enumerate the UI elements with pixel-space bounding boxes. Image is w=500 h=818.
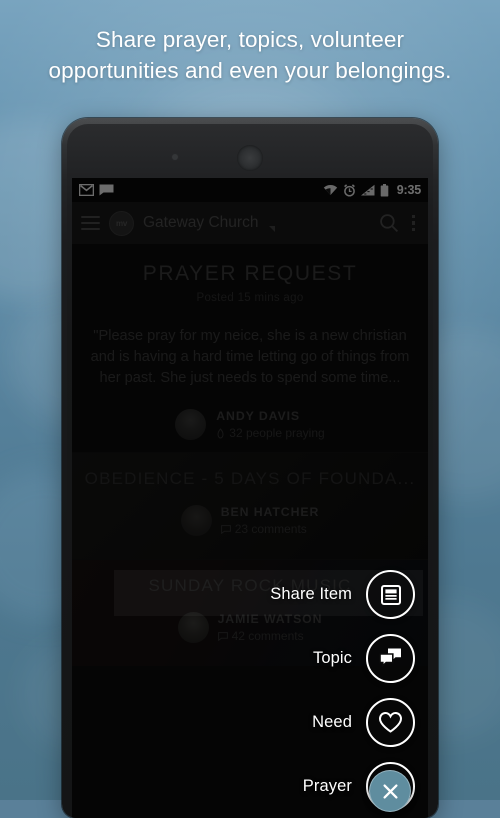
phone-device-frame: 9:35 mv Gateway Church PRAYER REQUEST Po… bbox=[62, 118, 438, 818]
fab-label: Topic bbox=[312, 649, 352, 667]
fab-speed-dial-menu: Share Item Topic Need Prayer bbox=[72, 178, 428, 818]
fab-item-need[interactable]: Need bbox=[312, 698, 415, 747]
fab-label: Need bbox=[312, 713, 352, 731]
headline-line-1: Share prayer, topics, volunteer bbox=[95, 27, 405, 52]
proximity-sensor-icon bbox=[172, 154, 178, 160]
promo-headline: Share prayer, topics, volunteer opportun… bbox=[0, 24, 500, 86]
close-icon bbox=[382, 783, 398, 799]
headline-line-2: opportunities and even your belongings. bbox=[48, 58, 452, 83]
chat-bubbles-icon[interactable] bbox=[366, 634, 415, 683]
earpiece-speaker-icon bbox=[237, 145, 263, 171]
close-fab-button[interactable] bbox=[369, 770, 411, 812]
fab-item-topic[interactable]: Topic bbox=[313, 634, 415, 683]
phone-screen: 9:35 mv Gateway Church PRAYER REQUEST Po… bbox=[72, 178, 428, 818]
fab-item-share-item[interactable]: Share Item bbox=[270, 570, 415, 619]
document-list-icon[interactable] bbox=[366, 570, 415, 619]
fab-label: Share Item bbox=[270, 585, 352, 603]
fab-label: Prayer bbox=[302, 777, 352, 795]
heart-icon[interactable] bbox=[366, 698, 415, 747]
